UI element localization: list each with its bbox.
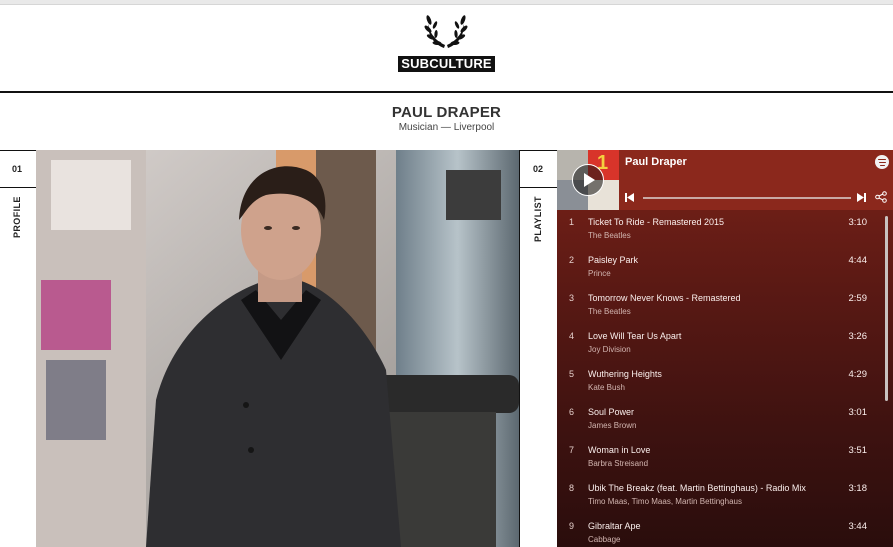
brand-wordmark: SUBCULTURE bbox=[398, 56, 495, 72]
site-logo[interactable]: SUBCULTURE bbox=[398, 10, 495, 72]
track-row[interactable]: 2 Paisley Park Prince 4:44 bbox=[557, 248, 883, 286]
previous-icon[interactable] bbox=[625, 193, 634, 202]
playlist-frame-top bbox=[519, 150, 557, 151]
track-artist: The Beatles bbox=[588, 231, 631, 240]
track-number: 1 bbox=[569, 217, 575, 227]
playlist-scrollbar[interactable] bbox=[885, 216, 888, 401]
track-artist: Cabbage bbox=[588, 535, 621, 544]
track-title: Paisley Park bbox=[588, 255, 639, 265]
spotify-player: 1 Paul Draper 1 Ticket To Ride - Remaste… bbox=[557, 150, 893, 547]
track-number: 9 bbox=[569, 521, 575, 531]
playlist-frame-mid bbox=[519, 187, 557, 188]
track-title: Ticket To Ride - Remastered 2015 bbox=[588, 217, 725, 227]
track-title: Gibraltar Ape bbox=[588, 521, 641, 531]
track-title: Ubik The Breakz (feat. Martin Bettinghau… bbox=[588, 483, 806, 493]
page-subtitle: Musician — Liverpool bbox=[398, 122, 495, 133]
player-header: 1 Paul Draper bbox=[557, 150, 893, 210]
playlist-section-label: PLAYLIST bbox=[533, 196, 543, 242]
track-number: 2 bbox=[569, 255, 575, 265]
track-artist: Timo Maas, Timo Maas, Martin Bettinghaus bbox=[588, 497, 742, 506]
track-artist: Kate Bush bbox=[588, 383, 625, 392]
track-artist: Barbra Streisand bbox=[588, 459, 649, 468]
playlist-title[interactable]: Paul Draper bbox=[625, 156, 687, 168]
track-duration: 3:51 bbox=[848, 445, 868, 456]
track-row[interactable]: 9 Gibraltar Ape Cabbage 3:44 bbox=[557, 514, 883, 547]
share-icon[interactable] bbox=[875, 191, 887, 203]
track-number: 5 bbox=[569, 369, 575, 379]
track-duration: 2:59 bbox=[848, 293, 868, 304]
track-artist: Joy Division bbox=[588, 345, 631, 354]
track-number: 8 bbox=[569, 483, 575, 493]
profile-section-number: 01 bbox=[12, 164, 23, 174]
track-artist: The Beatles bbox=[588, 307, 631, 316]
track-number: 6 bbox=[569, 407, 575, 417]
track-row[interactable]: 5 Wuthering Heights Kate Bush 4:29 bbox=[557, 362, 883, 400]
track-row[interactable]: 1 Ticket To Ride - Remastered 2015 The B… bbox=[557, 210, 883, 248]
track-title: Soul Power bbox=[588, 407, 635, 417]
track-artist: James Brown bbox=[588, 421, 637, 430]
track-number: 4 bbox=[569, 331, 575, 341]
header-divider bbox=[0, 91, 893, 93]
profile-section-label: PROFILE bbox=[12, 196, 22, 238]
track-title: Love Will Tear Us Apart bbox=[588, 331, 682, 341]
track-row[interactable]: 4 Love Will Tear Us Apart Joy Division 3… bbox=[557, 324, 883, 362]
track-duration: 4:29 bbox=[848, 369, 868, 380]
play-icon[interactable] bbox=[572, 164, 604, 196]
spotify-icon[interactable] bbox=[875, 155, 889, 169]
track-title: Woman in Love bbox=[588, 445, 651, 455]
portrait-illustration bbox=[36, 150, 519, 547]
album-art: 1 bbox=[557, 150, 619, 210]
progress-bar[interactable] bbox=[643, 197, 851, 199]
browser-top-strip bbox=[0, 0, 893, 5]
track-artist: Prince bbox=[588, 269, 611, 278]
track-row[interactable]: 8 Ubik The Breakz (feat. Martin Bettingh… bbox=[557, 476, 883, 514]
next-icon[interactable] bbox=[857, 193, 866, 202]
laurel-wreath-icon bbox=[424, 15, 468, 48]
playlist-section-number: 02 bbox=[533, 164, 544, 174]
track-title: Tomorrow Never Knows - Remastered bbox=[588, 293, 741, 303]
track-list: 1 Ticket To Ride - Remastered 2015 The B… bbox=[557, 210, 883, 547]
track-duration: 4:44 bbox=[848, 255, 868, 266]
profile-frame-mid bbox=[0, 187, 36, 188]
track-row[interactable]: 3 Tomorrow Never Knows - Remastered The … bbox=[557, 286, 883, 324]
track-number: 3 bbox=[569, 293, 575, 303]
profile-frame-top bbox=[0, 150, 36, 151]
track-number: 7 bbox=[569, 445, 575, 455]
track-duration: 3:01 bbox=[848, 407, 868, 418]
page-title: PAUL DRAPER bbox=[391, 104, 502, 121]
playlist-frame-left bbox=[519, 150, 520, 547]
track-duration: 3:18 bbox=[848, 483, 868, 494]
track-duration: 3:44 bbox=[848, 521, 868, 532]
portrait-photo bbox=[36, 150, 519, 547]
track-row[interactable]: 6 Soul Power James Brown 3:01 bbox=[557, 400, 883, 438]
track-title: Wuthering Heights bbox=[588, 369, 662, 379]
track-duration: 3:10 bbox=[848, 217, 868, 228]
track-duration: 3:26 bbox=[848, 331, 868, 342]
track-row[interactable]: 7 Woman in Love Barbra Streisand 3:51 bbox=[557, 438, 883, 476]
